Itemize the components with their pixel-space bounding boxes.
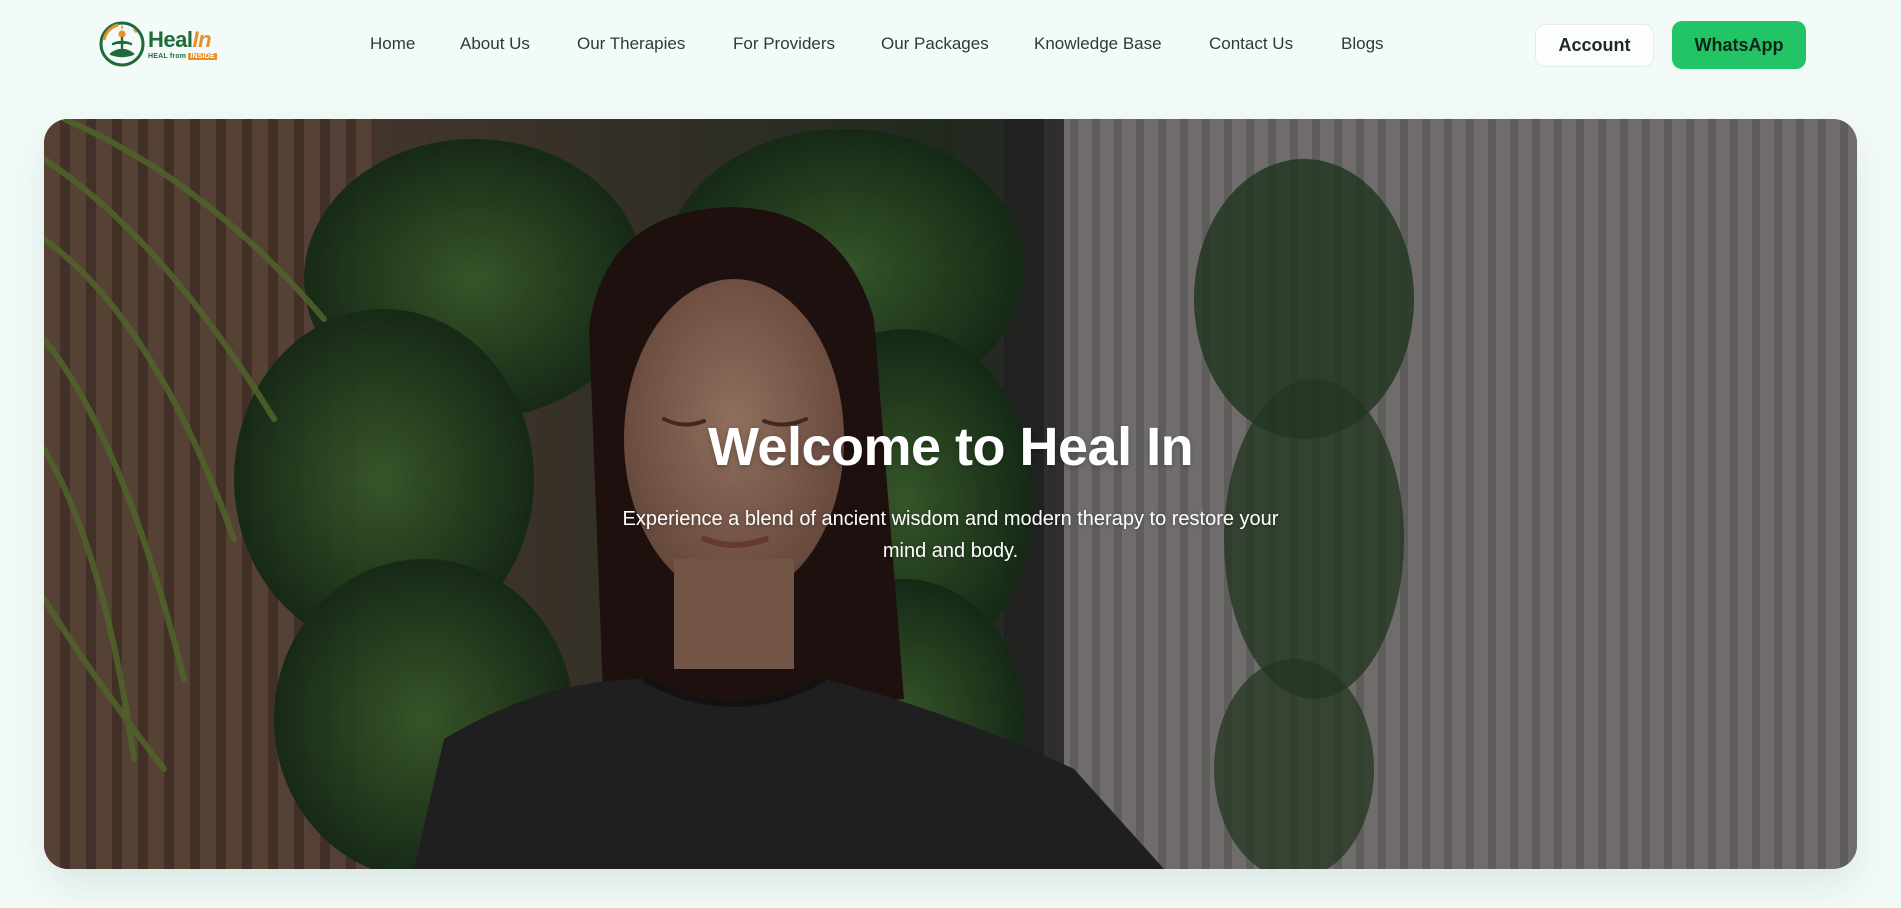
brand-tagline: HEAL from INSIDE bbox=[148, 52, 217, 60]
brand-name-heal: Heal bbox=[148, 26, 193, 52]
nav-item-home[interactable]: Home bbox=[370, 34, 415, 54]
nav-item-our-packages[interactable]: Our Packages bbox=[881, 34, 989, 54]
account-button[interactable]: Account bbox=[1535, 24, 1654, 67]
brand-tagline-prefix: HEAL from bbox=[148, 52, 187, 60]
brand-tagline-highlight: INSIDE bbox=[188, 52, 217, 60]
site-header: HealIn HEAL from INSIDE Home About Us Ou… bbox=[0, 0, 1901, 92]
hero-subtitle: Experience a blend of ancient wisdom and… bbox=[622, 508, 1279, 562]
nav-item-blogs[interactable]: Blogs bbox=[1341, 34, 1384, 54]
hero-title: Welcome to Heal In bbox=[707, 417, 1194, 477]
whatsapp-button[interactable]: WhatsApp bbox=[1672, 21, 1806, 69]
brand-name: HealIn bbox=[148, 26, 217, 52]
nav-item-contact-us[interactable]: Contact Us bbox=[1209, 34, 1293, 54]
brand-wordmark: HealIn HEAL from INSIDE bbox=[148, 26, 217, 60]
hero-banner: Welcome to Heal In Experience a blend of… bbox=[44, 119, 1857, 869]
brand-logo[interactable]: HealIn HEAL from INSIDE bbox=[98, 20, 217, 68]
hero-overlay bbox=[44, 119, 1857, 869]
nav-item-for-providers[interactable]: For Providers bbox=[733, 34, 835, 54]
nav-item-about-us[interactable]: About Us bbox=[460, 34, 530, 54]
nav-item-knowledge-base[interactable]: Knowledge Base bbox=[1034, 34, 1162, 54]
nav-item-our-therapies[interactable]: Our Therapies bbox=[577, 34, 685, 54]
brand-name-in: In bbox=[192, 26, 212, 52]
meditation-logo-icon bbox=[99, 21, 145, 67]
